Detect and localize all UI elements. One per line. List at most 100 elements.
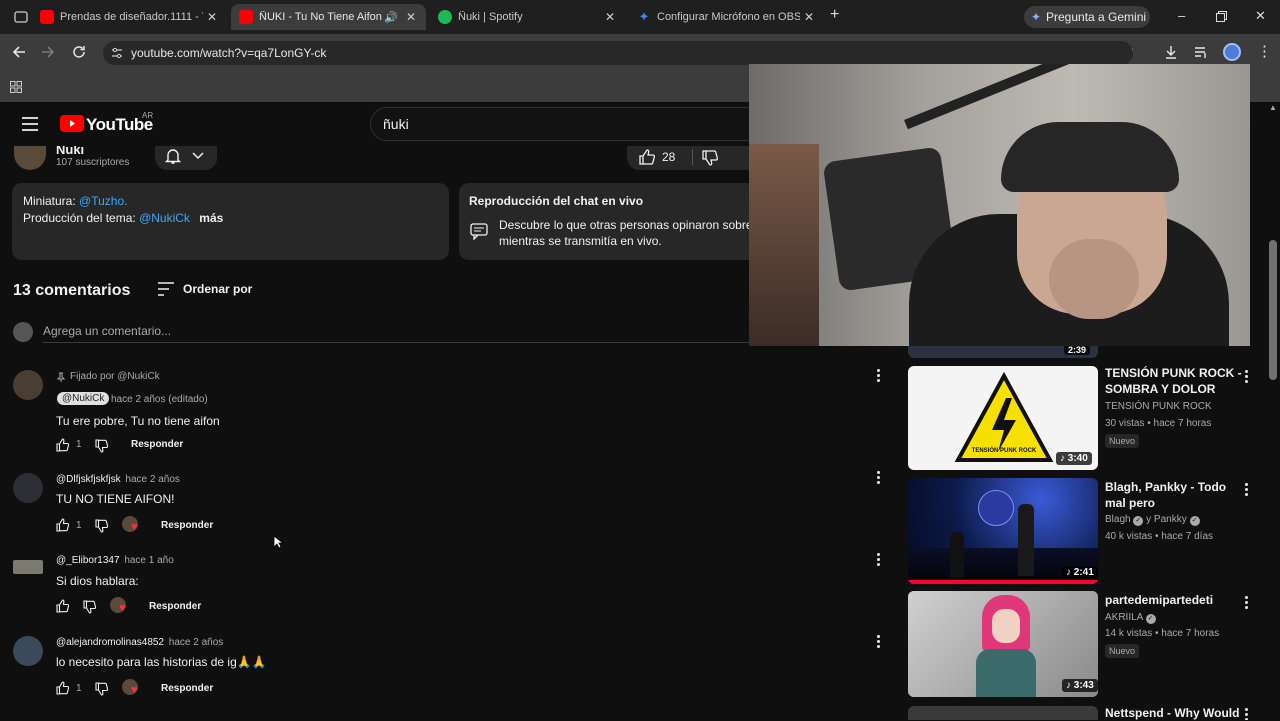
close-tab-icon[interactable]: ✕ (402, 10, 420, 24)
maximize-window-button[interactable] (1216, 9, 1227, 22)
like-thumb-icon[interactable] (56, 518, 70, 532)
video-title-line-2[interactable]: SOMBRA Y DOLOR (1105, 382, 1215, 397)
reply-button[interactable]: Responder (161, 683, 213, 694)
reply-button[interactable]: Responder (161, 520, 213, 531)
close-tab-icon[interactable]: ✕ (203, 10, 221, 24)
hamburger-menu-icon[interactable] (22, 117, 38, 131)
tab-prendas[interactable]: Prendas de diseñador.1111 - Yo ✕ (32, 4, 227, 30)
comment-avatar[interactable] (13, 473, 43, 503)
figure-shape (1018, 504, 1034, 576)
youtube-logo-icon[interactable] (60, 115, 84, 132)
new-tab-button[interactable]: + (830, 6, 839, 24)
chat-bubble-icon (470, 223, 488, 240)
page-scrollbar-thumb[interactable] (1269, 240, 1277, 380)
close-tab-icon[interactable]: ✕ (601, 10, 619, 24)
download-icon[interactable] (1164, 45, 1178, 59)
tuzho-link[interactable]: @Tuzho. (79, 194, 127, 208)
back-arrow-icon[interactable] (12, 45, 26, 59)
tab-nuki-active[interactable]: ÑUKI - Tu No Tiene Aifon ( 🔊 ✕ (231, 4, 426, 30)
reply-button[interactable]: Responder (131, 439, 183, 450)
moon-shape (978, 490, 1014, 526)
sort-by-button[interactable]: Ordenar por (183, 282, 252, 296)
chat-replay-box[interactable]: Reproducción del chat en vivo Descubre l… (459, 183, 759, 260)
video-title-line-1[interactable]: TENSIÓN PUNK ROCK - (1105, 366, 1242, 381)
address-bar[interactable]: youtube.com/watch?v=qa7LonGY-ck (103, 41, 1133, 65)
tab-spotify[interactable]: Ñuki | Spotify ✕ (430, 4, 625, 30)
pin-icon (56, 372, 66, 382)
comment-options-icon[interactable] (875, 471, 881, 487)
close-window-button[interactable]: ✕ (1255, 8, 1266, 24)
comment-avatar[interactable] (13, 560, 43, 574)
close-tab-icon[interactable]: ✕ (800, 10, 818, 24)
dislike-thumb-icon[interactable] (95, 519, 109, 533)
video-channel[interactable]: Blagh ✓ y Pankky ✓ (1105, 514, 1200, 526)
description-line-production: Producción del tema: @NukiCk más (23, 211, 224, 225)
new-badge: Nuevo (1105, 434, 1140, 448)
search-input[interactable]: ñuki (370, 107, 750, 141)
comment-avatar[interactable] (13, 636, 43, 666)
comment-author[interactable]: @_Elibor1347 hace 1 año (56, 555, 174, 566)
creator-heart-icon: ♥ (122, 516, 144, 534)
subscribed-bell-button[interactable] (155, 146, 217, 170)
video-title-line-1[interactable]: Blagh, Pankky - Todo (1105, 480, 1226, 495)
comment-like-count: 1 (76, 439, 82, 450)
webcam-door (749, 144, 819, 346)
video-title-line-1[interactable]: partedemipartedeti (1105, 593, 1213, 608)
comment-options-icon[interactable] (875, 369, 881, 385)
video-options-icon[interactable] (1243, 596, 1249, 612)
comment-author-creator[interactable]: @NukiCk (57, 392, 110, 405)
dislike-thumb-icon[interactable] (701, 149, 719, 167)
comment-like-count: 1 (76, 683, 82, 694)
comment-options-icon[interactable] (875, 553, 881, 569)
video-options-icon[interactable] (1243, 483, 1249, 499)
face-shape (992, 609, 1020, 643)
like-thumb-icon[interactable] (56, 681, 70, 695)
browser-menu-icon[interactable]: ⋮ (1257, 42, 1272, 60)
site-info-icon[interactable] (111, 47, 123, 59)
reload-icon[interactable] (72, 45, 86, 59)
gemini-icon: ✦ (1031, 10, 1042, 24)
comment-author[interactable]: @alejandromolinas4852 hace 2 años (56, 637, 223, 648)
description-box[interactable]: Miniatura: @Tuzho. Producción del tema: … (12, 183, 449, 260)
add-comment-input[interactable]: Agrega un comentario... (43, 324, 171, 338)
chevron-down-icon (192, 152, 204, 160)
comment-avatar[interactable] (13, 370, 43, 400)
dislike-thumb-icon[interactable] (95, 682, 109, 696)
like-thumb-icon[interactable] (56, 599, 70, 613)
reply-button[interactable]: Responder (149, 601, 201, 612)
page-scrollbar-track[interactable] (1266, 102, 1280, 720)
like-thumb-icon[interactable] (56, 438, 70, 452)
creator-heart-icon: ♥ (122, 679, 144, 697)
video-title-line-1[interactable]: Nettspend - Why Would (1105, 706, 1239, 721)
show-more-button[interactable]: más (199, 211, 223, 225)
nukick-link[interactable]: @NukiCk (139, 211, 190, 225)
speaker-icon[interactable]: 🔊 (384, 11, 398, 24)
verified-icon: ✓ (1189, 516, 1200, 526)
forward-arrow-icon[interactable] (41, 45, 55, 59)
video-title-line-2[interactable]: mal pero (1105, 496, 1155, 511)
minimize-window-button[interactable]: – (1178, 8, 1185, 23)
profile-avatar[interactable] (1223, 43, 1241, 61)
channel-name[interactable]: Ñuki (56, 146, 84, 154)
scroll-up-arrow-icon[interactable]: ▲ (1269, 103, 1277, 112)
video-thumbnail[interactable] (908, 706, 1098, 720)
video-options-icon[interactable] (1243, 708, 1249, 720)
tab-search-icon[interactable] (14, 10, 28, 23)
comment-options-icon[interactable] (875, 635, 881, 651)
sort-icon[interactable] (158, 282, 174, 296)
browser-tab-bar: Prendas de diseñador.1111 - Yo ✕ ÑUKI - … (0, 0, 1280, 34)
video-channel[interactable]: TENSIÓN PUNK ROCK (1105, 401, 1212, 412)
channel-avatar[interactable] (14, 146, 46, 170)
apps-grid-icon[interactable] (10, 81, 22, 93)
like-thumb-icon[interactable] (638, 148, 656, 166)
comment-text: TU NO TIENE AIFON! (56, 492, 175, 506)
video-options-icon[interactable] (1243, 370, 1249, 386)
dislike-thumb-icon[interactable] (95, 439, 109, 453)
video-channel[interactable]: AKRIILA ✓ (1105, 612, 1156, 624)
media-control-icon[interactable] (1194, 45, 1208, 59)
dislike-thumb-icon[interactable] (83, 600, 97, 614)
ask-gemini-button[interactable]: ✦ Pregunta a Gemini (1024, 6, 1150, 28)
comment-author[interactable]: @Dlfjskfjskfjsk hace 2 años (56, 474, 180, 485)
tab-obs[interactable]: ✦ Configurar Micrófono en OBS S ✕ (629, 4, 824, 30)
video-duration: ♪ 3:43 (1062, 679, 1098, 692)
